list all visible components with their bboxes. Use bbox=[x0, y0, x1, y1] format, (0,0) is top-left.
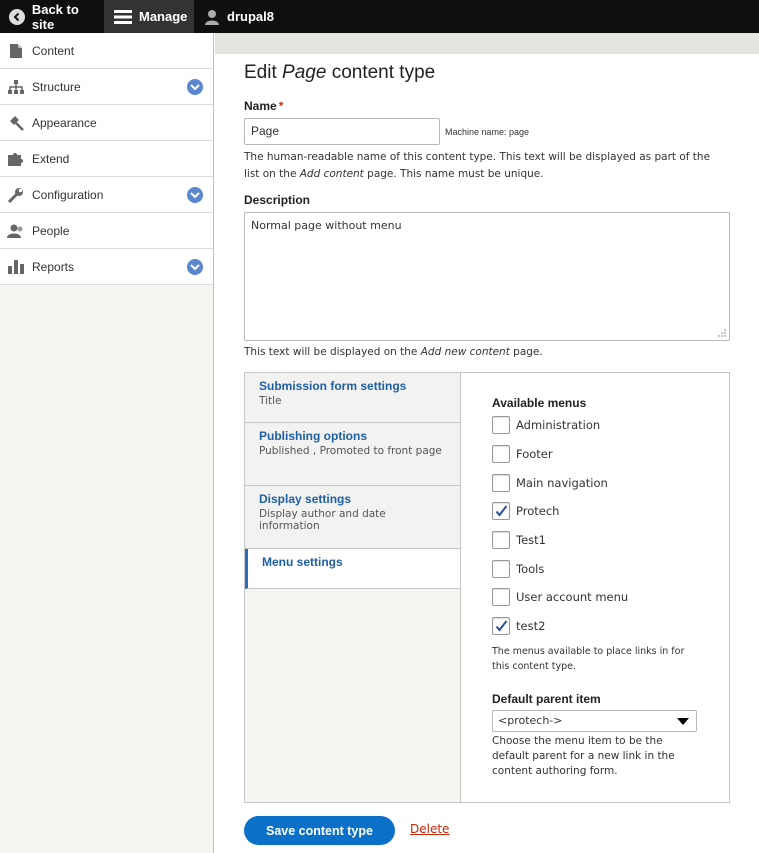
chevron-down-icon[interactable] bbox=[187, 259, 203, 275]
sidebar-item-extend[interactable]: Extend bbox=[0, 141, 213, 177]
description-value: Normal page without menu bbox=[251, 219, 402, 232]
structure-icon bbox=[0, 79, 32, 94]
sidebar-item-label: Structure bbox=[32, 79, 81, 94]
save-content-type-button[interactable]: Save content type bbox=[244, 816, 395, 845]
sidebar-item-label: People bbox=[32, 223, 70, 238]
back-to-site-label: Back to site bbox=[31, 1, 79, 32]
checkbox[interactable] bbox=[492, 531, 510, 549]
sidebar-item-label: Content bbox=[32, 43, 75, 58]
sidebar-item-label: Reports bbox=[32, 259, 75, 274]
available-menus-label: Available menus bbox=[492, 396, 587, 410]
checkbox[interactable] bbox=[492, 416, 510, 434]
tab-publishing-options[interactable]: Publishing options Published , Promoted … bbox=[245, 423, 461, 486]
sidebar-item-label: Extend bbox=[32, 151, 70, 166]
menu-option-main-navigation[interactable]: Main navigation bbox=[492, 473, 608, 493]
default-parent-select[interactable]: <protech-> bbox=[492, 710, 697, 732]
tab-submission-form-settings[interactable]: Submission form settings Title bbox=[245, 373, 461, 423]
tab-menu-settings[interactable]: Menu settings bbox=[245, 549, 462, 589]
configuration-icon bbox=[0, 187, 32, 203]
sidebar-item-label: Configuration bbox=[32, 187, 104, 202]
resize-handle-icon[interactable] bbox=[716, 327, 726, 337]
default-parent-help: Choose the menu item to be the default p… bbox=[492, 735, 675, 777]
extend-icon bbox=[0, 152, 32, 166]
sidebar-item-reports[interactable]: Reports bbox=[0, 249, 213, 285]
name-help: The human-readable name of this content … bbox=[244, 151, 711, 180]
checkmark-icon bbox=[495, 505, 507, 517]
description-label: Description bbox=[244, 193, 311, 207]
page-title: Edit Page content type bbox=[244, 62, 436, 83]
tab-display-settings[interactable]: Display settings Display author and date… bbox=[245, 486, 461, 549]
checkmark-icon bbox=[495, 620, 507, 632]
back-arrow-icon bbox=[9, 8, 25, 25]
sidebar-item-appearance[interactable]: Appearance bbox=[0, 105, 213, 141]
reports-icon bbox=[0, 259, 32, 274]
delete-link[interactable]: Delete bbox=[410, 822, 449, 836]
appearance-icon bbox=[0, 115, 32, 131]
menu-option-user-account-menu[interactable]: User account menu bbox=[492, 587, 628, 607]
manage-tab[interactable]: Manage bbox=[104, 0, 194, 33]
admin-sidebar: Content Structure Appearance Extend Conf… bbox=[0, 33, 214, 853]
menu-option-tools[interactable]: Tools bbox=[492, 559, 544, 579]
content-icon bbox=[0, 43, 32, 58]
sidebar-item-structure[interactable]: Structure bbox=[0, 69, 213, 105]
back-to-site-link[interactable]: Back to site bbox=[0, 0, 104, 33]
menus-help: The menus available to place links in fo… bbox=[492, 646, 685, 672]
default-parent-label: Default parent item bbox=[492, 692, 601, 706]
menu-option-test1[interactable]: Test1 bbox=[492, 530, 546, 550]
main-content: Edit Page content type Name * Page Machin… bbox=[215, 54, 759, 853]
sidebar-item-configuration[interactable]: Configuration bbox=[0, 177, 213, 213]
manage-label: Manage bbox=[139, 9, 188, 24]
menu-option-administration[interactable]: Administration bbox=[492, 415, 600, 435]
menu-option-footer[interactable]: Footer bbox=[492, 444, 553, 464]
people-icon bbox=[0, 224, 32, 238]
user-label: drupal8 bbox=[227, 9, 274, 24]
sidebar-item-people[interactable]: People bbox=[0, 213, 213, 249]
chevron-down-icon[interactable] bbox=[187, 79, 203, 95]
vertical-tabs: Submission form settings Title Publishin… bbox=[244, 372, 730, 803]
description-help: This text will be displayed on the Add n… bbox=[244, 346, 543, 358]
machine-name: Machine name: page bbox=[445, 127, 530, 137]
chevron-down-icon[interactable] bbox=[187, 187, 203, 203]
user-tab[interactable]: drupal8 bbox=[194, 0, 274, 33]
hamburger-icon bbox=[114, 9, 132, 24]
menu-option-protech[interactable]: Protech bbox=[492, 501, 559, 521]
vertical-tabs-menu: Submission form settings Title Publishin… bbox=[245, 373, 462, 589]
required-marker: * bbox=[278, 99, 284, 113]
name-input[interactable]: Page bbox=[244, 118, 440, 145]
user-icon bbox=[205, 9, 219, 25]
breadcrumb-strip bbox=[215, 33, 759, 54]
default-parent-value: <protech-> bbox=[498, 714, 563, 727]
checkbox-checked[interactable] bbox=[492, 502, 510, 520]
dropdown-arrow-icon bbox=[677, 718, 689, 725]
checkbox[interactable] bbox=[492, 474, 510, 492]
checkbox[interactable] bbox=[492, 445, 510, 463]
menu-option-test2[interactable]: test2 bbox=[492, 616, 545, 636]
name-label: Name * bbox=[244, 99, 284, 113]
checkbox[interactable] bbox=[492, 560, 510, 578]
sidebar-item-label: Appearance bbox=[32, 115, 97, 130]
sidebar-item-content[interactable]: Content bbox=[0, 33, 213, 69]
checkbox-checked[interactable] bbox=[492, 617, 510, 635]
description-textarea[interactable]: Normal page without menu bbox=[244, 212, 730, 341]
menu-settings-pane: Available menus Administration Footer Ma… bbox=[460, 373, 729, 802]
admin-toolbar: Back to site Manage drupal8 bbox=[0, 0, 759, 33]
checkbox[interactable] bbox=[492, 588, 510, 606]
